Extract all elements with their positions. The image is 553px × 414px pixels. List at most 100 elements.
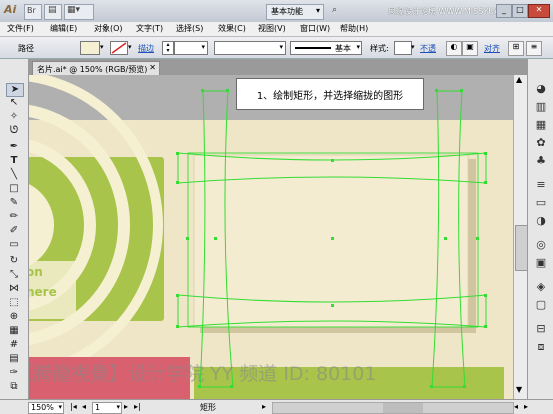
brush-basic-label: 基本 (335, 44, 351, 53)
style-label: 样式: (370, 44, 389, 53)
panel-dock: ◕ ▥ ▦ ✿ ♣ ≡ ▭ ◑ ◎ ▣ ◈ ▢ ⊟ ⧈ (527, 59, 553, 399)
arrange-documents-button[interactable]: ▦▾ (64, 4, 94, 20)
transparency-panel-icon[interactable]: ◑ (533, 213, 549, 229)
scroll-up-icon[interactable]: ▲ (516, 75, 522, 84)
swatches-panel-icon[interactable]: ▦ (533, 117, 549, 133)
stroke-swatch[interactable] (110, 41, 128, 55)
artboard-number: 1 (95, 403, 101, 412)
close-button[interactable]: ✕ (528, 4, 550, 18)
pathfinder-panel-icon[interactable]: ⧈ (533, 339, 549, 355)
menu-view[interactable]: 视图(V) (258, 23, 286, 34)
arrange-icon[interactable]: ▣ (462, 41, 478, 56)
free-transform-tool-icon[interactable]: ⬚ (6, 297, 22, 309)
gradient-tool-icon[interactable]: ▤ (6, 353, 22, 365)
recolor-icon[interactable]: ◐ (446, 41, 462, 56)
status-menu-icon[interactable]: ▸ (262, 402, 266, 411)
object-type-label: 路径 (18, 44, 34, 53)
last-artboard-icon[interactable]: ▸| (134, 402, 141, 411)
variable-width-profile[interactable]: ▾ (214, 41, 286, 55)
maximize-button[interactable]: □ (512, 4, 528, 18)
menu-object[interactable]: 对象(O) (94, 23, 123, 34)
type-tool-icon[interactable]: T (6, 155, 22, 167)
menu-help[interactable]: 帮助(H) (340, 23, 368, 34)
direct-selection-tool-icon[interactable]: ↖ (6, 97, 22, 109)
workspace-label: 基本功能 (271, 7, 303, 16)
stroke-weight-stepper[interactable]: ▴ ▾ (162, 41, 174, 55)
app-logo: Ai (4, 3, 17, 16)
canvas-area[interactable]: on here 【腾龍視覺】设计学院 YY 频道 ID: 80101 (28, 75, 527, 399)
bridge-button[interactable]: Br (24, 4, 42, 20)
artboard-number-field[interactable]: 1 ▾ (92, 402, 122, 414)
style-dropdown-icon[interactable]: ▾ (411, 43, 415, 51)
shape-builder-tool-icon[interactable]: ⊕ (6, 311, 22, 323)
scroll-down-icon[interactable]: ▼ (516, 385, 522, 394)
rotate-tool-icon[interactable]: ↻ (6, 255, 22, 267)
blob-brush-tool-icon[interactable]: ✐ (6, 225, 22, 237)
horizontal-scroll-thumb[interactable] (383, 403, 423, 413)
eraser-tool-icon[interactable]: ▭ (6, 239, 22, 251)
stroke-weight-field[interactable]: ▾ (174, 41, 208, 55)
transform-icon[interactable]: ⊞ (508, 41, 524, 56)
first-artboard-icon[interactable]: |◂ (70, 402, 77, 411)
horizontal-scrollbar[interactable] (272, 402, 514, 414)
document-tab[interactable]: 名片.ai* @ 150% (RGB/预览) ✕ (32, 61, 160, 76)
card-text-line2: here (28, 285, 57, 299)
brush-definition[interactable]: 基本 ▾ (290, 41, 362, 55)
next-artboard-icon[interactable]: ▸ (124, 402, 128, 411)
minimize-button[interactable]: _ (496, 4, 512, 18)
menu-effect[interactable]: 效果(C) (218, 23, 246, 34)
gradient-panel-icon[interactable]: ▭ (533, 195, 549, 211)
opacity-link[interactable]: 不透 (420, 43, 436, 54)
blend-tool-icon[interactable]: ⧉ (6, 381, 22, 393)
symbols-panel-icon[interactable]: ♣ (533, 153, 549, 169)
panel-menu-icon[interactable]: ≡ (526, 41, 542, 56)
zoom-select[interactable]: 150% ▾ (28, 402, 64, 414)
layers-panel-icon[interactable]: ◈ (533, 279, 549, 295)
paintbrush-tool-icon[interactable]: ✎ (6, 197, 22, 209)
rectangle-tool-icon[interactable]: □ (6, 183, 22, 195)
tab-close-icon[interactable]: ✕ (149, 63, 156, 72)
scale-tool-icon[interactable]: ⤡ (6, 269, 22, 281)
lasso-tool-icon[interactable]: ᘎ (6, 125, 22, 137)
workspace-switcher[interactable]: 基本功能 ▾ (266, 4, 324, 20)
menu-edit[interactable]: 编辑(E) (50, 23, 77, 34)
stroke-dropdown-icon[interactable]: ▾ (128, 43, 132, 51)
arrange-documents-icon[interactable]: ▤ (44, 4, 62, 20)
brushes-panel-icon[interactable]: ✿ (533, 135, 549, 151)
stroke-panel-icon[interactable]: ≡ (533, 177, 549, 193)
selection-tool-icon[interactable]: ➤ (6, 83, 24, 97)
width-tool-icon[interactable]: ⋈ (6, 283, 22, 295)
align-panel-icon[interactable]: ⊟ (533, 321, 549, 337)
title-bar: Ai Br ▤ ▦▾ 基本功能 ▾ ⌕ 思缘设计论坛 WWW.MISSYUAN.… (0, 0, 553, 22)
color-panel-icon[interactable]: ◕ (533, 81, 549, 97)
vertical-scrollbar[interactable]: ▲ ▼ (513, 75, 528, 399)
appearance-panel-icon[interactable]: ◎ (533, 237, 549, 253)
menu-select[interactable]: 选择(S) (176, 23, 203, 34)
pen-tool-icon[interactable]: ✒ (6, 141, 22, 153)
eyedropper-tool-icon[interactable]: ✑ (6, 367, 22, 379)
menu-file[interactable]: 文件(F) (7, 23, 34, 34)
stroke-label[interactable]: 描边 (138, 43, 154, 54)
search-icon[interactable]: ⌕ (332, 5, 337, 15)
chevron-down-icon: ▾ (315, 6, 320, 15)
align-link[interactable]: 对齐 (484, 43, 500, 54)
control-bar: 路径 ▾ ▾ 描边 ▴ ▾ ▾ ▾ 基本 ▾ 样式: ▾ 不透 ◐ ▣ 对齐 ⊞ … (0, 37, 553, 59)
pencil-tool-icon[interactable]: ✏ (6, 211, 22, 223)
menu-type[interactable]: 文字(T) (136, 23, 163, 34)
magic-wand-tool-icon[interactable]: ✧ (6, 111, 22, 123)
graphic-styles-panel-icon[interactable]: ▣ (533, 255, 549, 271)
line-tool-icon[interactable]: ╲ (6, 169, 22, 181)
perspective-grid-tool-icon[interactable]: ▦ (6, 325, 22, 337)
color-guide-icon[interactable]: ▥ (533, 99, 549, 115)
fill-swatch[interactable] (80, 41, 100, 55)
graphic-style-swatch[interactable] (394, 41, 412, 55)
current-tool-label: 矩形 (200, 403, 216, 412)
previous-artboard-icon[interactable]: ◂ (82, 402, 86, 411)
scroll-right-icon[interactable]: ▸ (524, 402, 528, 411)
scroll-left-icon[interactable]: ◂ (514, 402, 518, 411)
menu-window[interactable]: 窗口(W) (300, 23, 330, 34)
artboards-panel-icon[interactable]: ▢ (533, 297, 549, 313)
callout-text: 1、绘制矩形，并选择缩拢的图形 (256, 90, 404, 102)
fill-dropdown-icon[interactable]: ▾ (100, 43, 104, 51)
mesh-tool-icon[interactable]: # (6, 339, 22, 351)
